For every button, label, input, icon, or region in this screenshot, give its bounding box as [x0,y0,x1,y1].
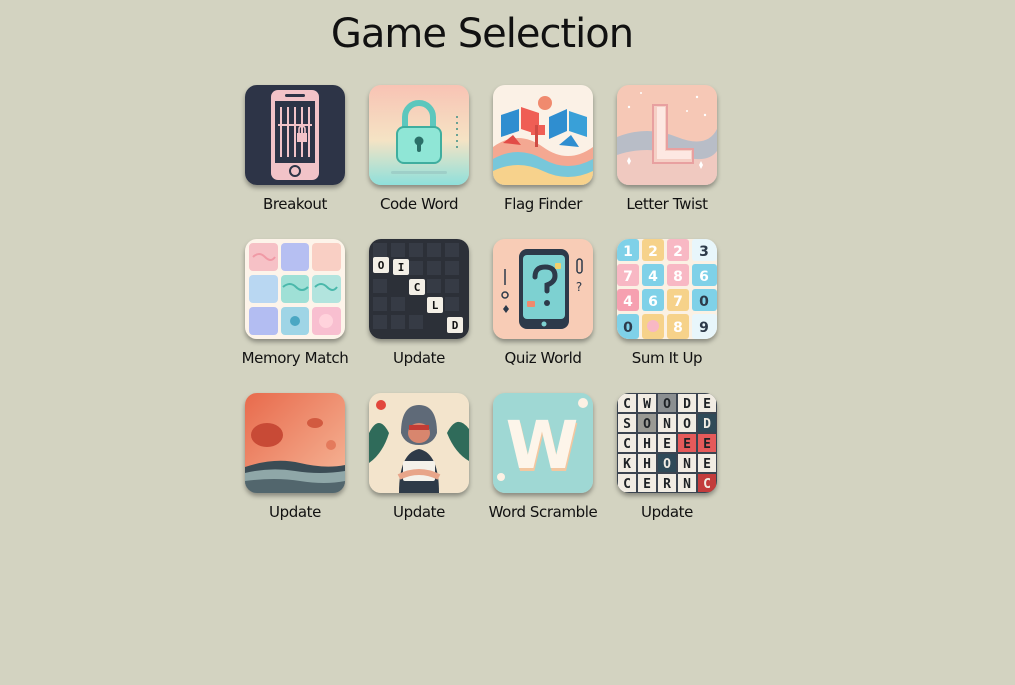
tile-number: 0 [623,320,633,336]
tile-number: 2 [648,244,658,260]
abstract-landscape-icon[interactable] [245,393,345,493]
tile-number: 4 [623,294,633,310]
tile-number: 8 [673,320,683,336]
game-label: Update [393,349,445,367]
tile-number: 2 [673,244,683,260]
quiz-tablet-icon[interactable]: ? [493,239,593,339]
tile-letter: S [623,417,631,432]
tile-letter: E [663,437,671,452]
game-selection-page: Game Selection Breakout Code Word Flag F… [0,0,1015,685]
letter-l-icon[interactable] [617,85,717,185]
tile-number: 7 [673,294,683,310]
tile-letter: C [703,477,711,492]
hooded-reader-icon[interactable] [369,393,469,493]
game-label: Flag Finder [503,195,582,213]
tile-letter: H [643,457,651,472]
tile-letter: L [432,299,439,312]
game-tile-code-word[interactable]: Code Word [357,85,481,239]
tile-number: 6 [648,294,658,310]
game-tile-memory-match[interactable]: Memory Match [233,239,357,393]
tile-number: 3 [699,244,709,260]
tile-letter: H [643,437,651,452]
tile-letter: I [398,261,405,274]
game-tile-word-scramble[interactable]: W W Word Scramble [481,393,605,547]
tile-letter: E [703,457,711,472]
tile-letter: E [683,437,691,452]
crossword-tiles-icon[interactable]: O I C L D [369,239,469,339]
tile-letter: K [623,457,631,472]
tile-number: 6 [699,269,709,285]
tile-letter: N [683,457,691,472]
tile-letter: W [506,407,579,484]
game-label: Update [393,503,445,521]
tile-letter: C [623,477,631,492]
game-tile-update-landscape[interactable]: Update [233,393,357,547]
game-label: Memory Match [241,349,349,367]
game-tile-update-crossword[interactable]: O I C L D Update [357,239,481,393]
tile-letter: W [643,397,651,412]
game-label: Quiz World [504,349,582,367]
game-label: Letter Twist [626,195,708,213]
memory-cards-icon[interactable] [245,239,345,339]
tile-letter: D [683,397,691,412]
game-tile-update-word-grid[interactable]: C W O D E S O N O D C H E E E K H O N E … [605,393,729,547]
game-label: Breakout [262,195,328,213]
tile-letter: N [683,477,691,492]
game-label: Update [641,503,693,521]
tile-letter: E [703,437,711,452]
tile-letter: C [623,397,631,412]
tile-letter: C [623,437,631,452]
game-tile-quiz-world[interactable]: ? Quiz World [481,239,605,393]
tile-letter: E [643,477,651,492]
game-tile-update-reader[interactable]: Update [357,393,481,547]
game-label: Sum It Up [631,349,703,367]
tile-letter: C [414,281,421,294]
tile-number: 4 [648,269,658,285]
phone-lock-icon[interactable] [245,85,345,185]
tile-letter: E [703,397,711,412]
word-grid-icon[interactable]: C W O D E S O N O D C H E E E K H O N E … [617,393,717,493]
game-tile-sum-it-up[interactable]: 1 2 2 3 7 4 8 6 4 6 7 0 0 8 9 Sum It Up [605,239,729,393]
number-grid-icon[interactable]: 1 2 2 3 7 4 8 6 4 6 7 0 0 8 9 [617,239,717,339]
tile-letter: D [452,319,459,332]
tile-number: 8 [673,269,683,285]
tile-number: 9 [699,320,709,336]
tile-number: 7 [623,269,633,285]
game-tile-breakout[interactable]: Breakout [233,85,357,239]
game-tile-flag-finder[interactable]: Flag Finder [481,85,605,239]
tile-letter: R [663,477,671,492]
flags-icon[interactable] [493,85,593,185]
game-label: Update [269,503,321,521]
page-title: Game Selection [330,11,634,57]
game-grid: Breakout Code Word Flag Finder Letter Tw… [233,85,729,547]
tile-letter: O [378,259,385,272]
svg-text:?: ? [576,280,582,294]
tile-letter: O [683,417,691,432]
padlock-icon[interactable] [369,85,469,185]
tile-letter: D [703,417,711,432]
tile-letter: O [663,457,671,472]
tile-letter: O [643,417,651,432]
tile-letter: N [663,417,671,432]
game-tile-letter-twist[interactable]: Letter Twist [605,85,729,239]
tile-number: 1 [623,244,633,260]
tile-letter: O [663,397,671,412]
game-label: Code Word [379,195,459,213]
tile-number: 0 [699,294,709,310]
game-label: Word Scramble [488,503,598,521]
letter-w-icon[interactable]: W W [493,393,593,493]
